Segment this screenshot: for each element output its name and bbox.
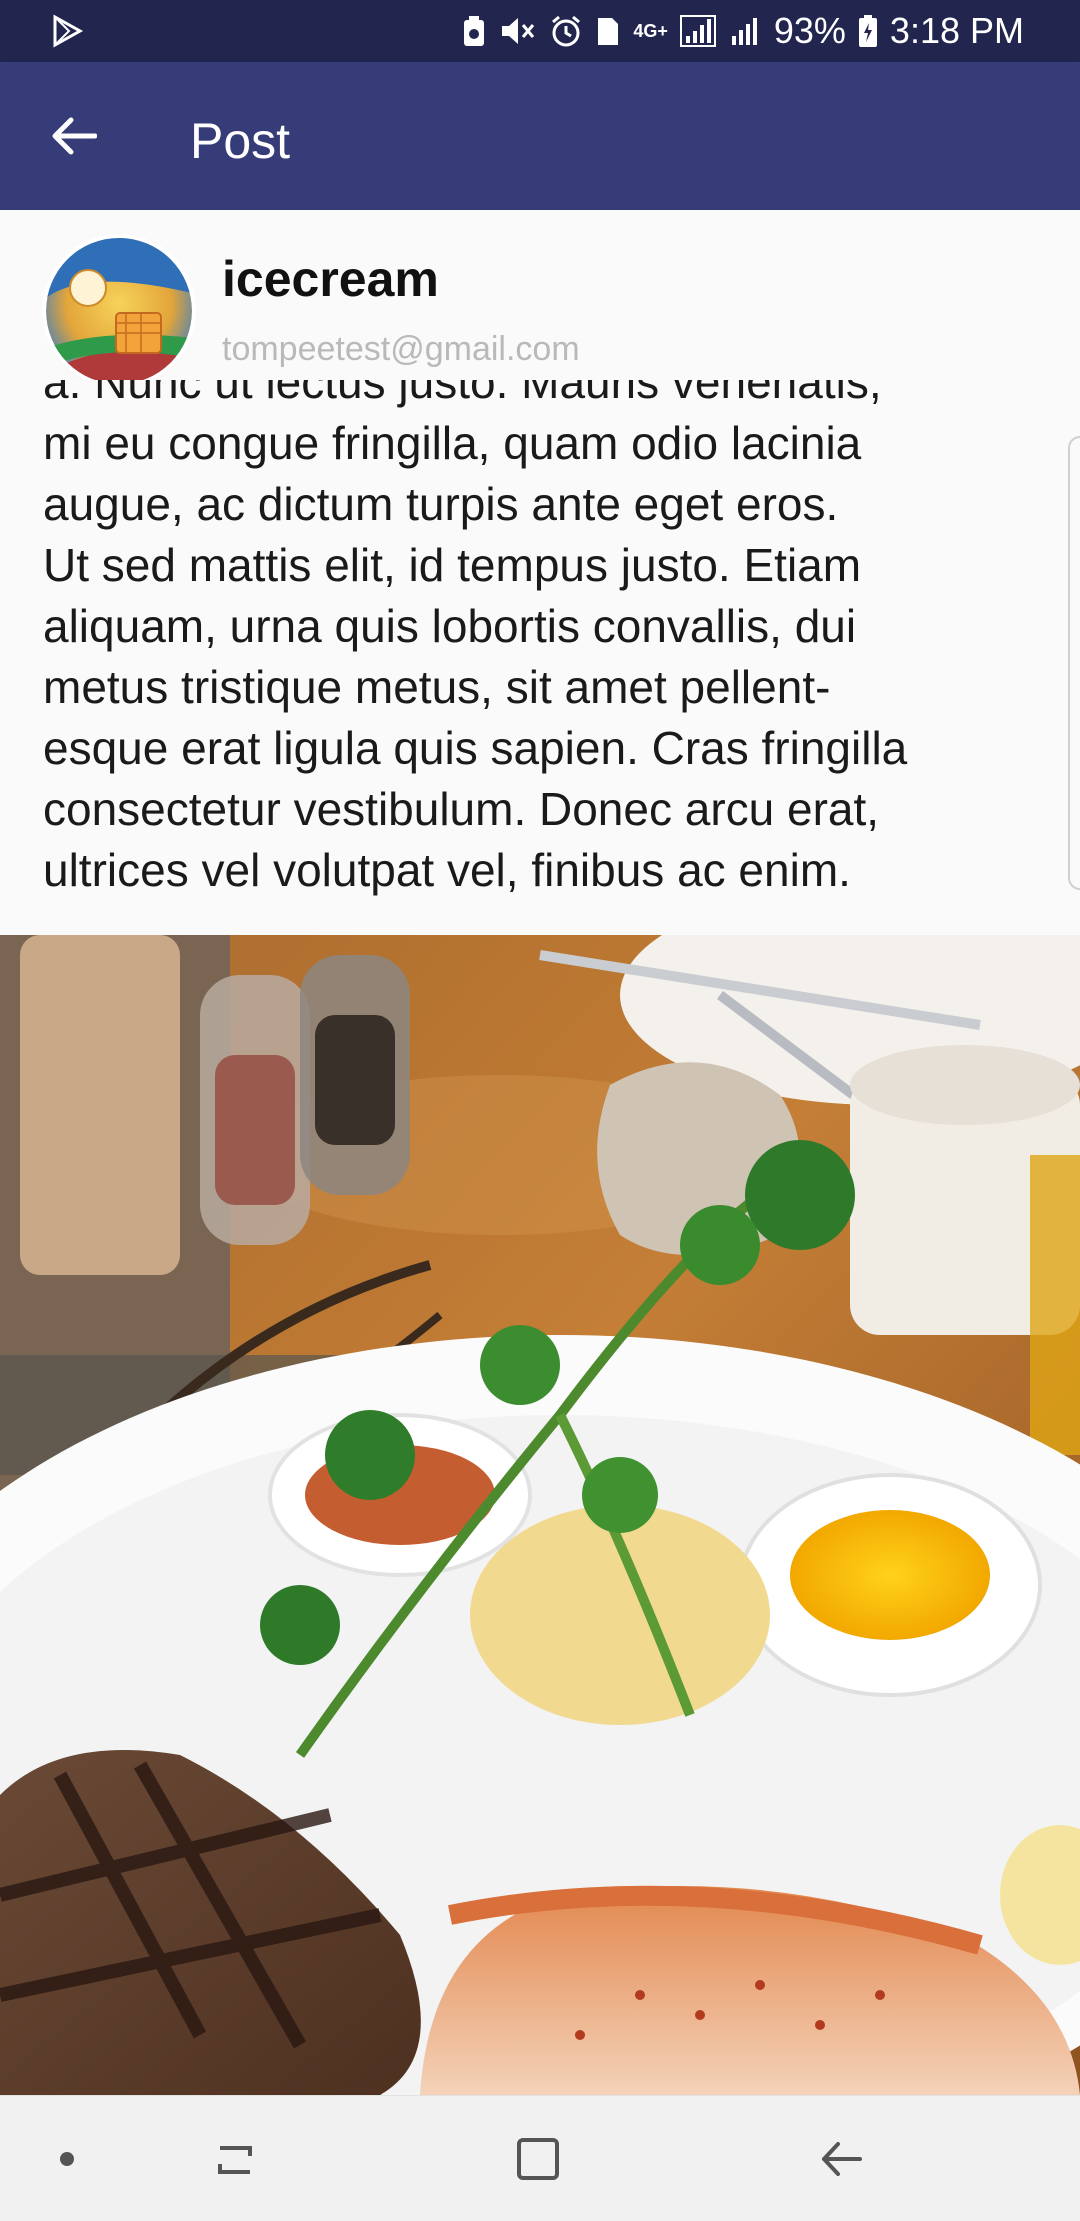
body-line: augue, ac dictum turpis ante eget eros. — [43, 478, 839, 530]
battery-percent: 93% — [773, 10, 846, 51]
sim-icon — [595, 14, 621, 48]
post-body: a. Nunc ut lectus justo. Mauris venenati… — [0, 380, 1080, 935]
body-line: aliquam, urna quis lobortis convallis, d… — [43, 600, 857, 652]
clock: 3:18 PM — [889, 10, 1024, 51]
body-line: consectetur vestibulum. Donec arcu erat, — [43, 783, 880, 835]
body-line: mi eu congue fringilla, quam odio lacini… — [43, 417, 862, 469]
avatar[interactable] — [46, 238, 192, 384]
post-text: a. Nunc ut lectus justo. Mauris venenati… — [43, 380, 1043, 901]
signal-roaming-icon — [728, 14, 762, 48]
body-line: metus tristique metus, sit amet pellent- — [43, 661, 831, 713]
nav-dot-button[interactable] — [32, 2126, 102, 2196]
network-type-label: 4G+ — [633, 21, 668, 41]
status-bar: 4G+ 93% 3:18 PM — [0, 0, 1080, 62]
signal-icon — [679, 14, 716, 48]
nav-back-button[interactable] — [806, 2126, 876, 2196]
body-line: esque erat ligula quis sapien. Cras frin… — [43, 722, 908, 774]
recent-apps-icon — [210, 2136, 260, 2187]
back-icon — [816, 2136, 866, 2187]
dot-icon — [57, 2149, 77, 2174]
page-title: Post — [190, 113, 291, 169]
home-button[interactable] — [503, 2126, 573, 2196]
post-image[interactable] — [0, 935, 1080, 2095]
scroll-handle[interactable] — [1068, 436, 1080, 890]
back-button[interactable] — [44, 108, 104, 168]
body-line: a. Nunc ut lectus justo. Mauris venenati… — [43, 380, 882, 408]
home-icon — [513, 2134, 563, 2189]
body-line: Ut sed mattis elit, id tempus justo. Eti… — [43, 539, 862, 591]
arrow-left-icon — [51, 116, 98, 161]
status-icons: 4G+ 93% 3:18 PM — [461, 0, 1024, 62]
battery-icon — [858, 14, 878, 48]
alarm-icon — [549, 14, 583, 48]
play-store-icon — [50, 14, 84, 48]
post-header: icecream tompeetest@gmail.com — [0, 210, 1080, 384]
navigation-bar — [0, 2095, 1080, 2221]
recycle-icon — [461, 14, 487, 48]
username[interactable]: icecream — [222, 250, 439, 308]
mute-icon — [499, 14, 537, 48]
app-bar: Post — [0, 62, 1080, 210]
body-line: ultrices vel volutpat vel, finibus ac en… — [43, 844, 851, 896]
recent-apps-button[interactable] — [200, 2126, 270, 2196]
email: tompeetest@gmail.com — [222, 330, 580, 368]
